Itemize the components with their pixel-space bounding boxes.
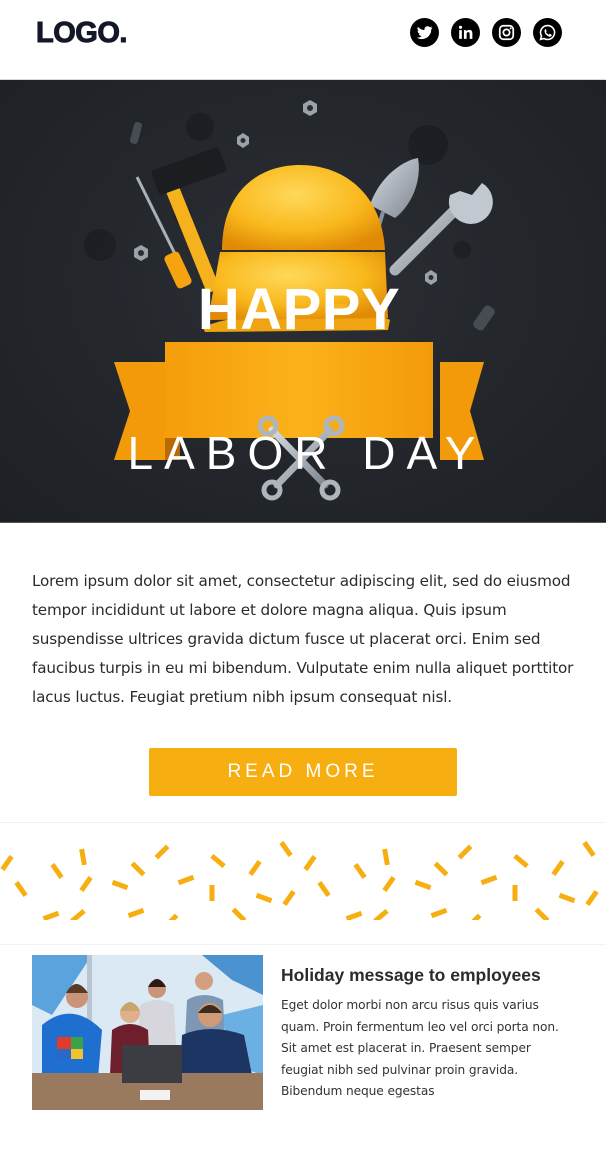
confetti-piece [303,855,317,871]
confetti-piece [79,848,87,866]
confetti-piece [130,861,146,877]
confetti-piece [14,881,28,897]
confetti-piece [79,876,93,892]
confetti-piece [513,853,529,869]
linkedin-link[interactable] [451,18,480,47]
confetti-piece [0,855,14,871]
confetti-piece [585,890,599,906]
confetti-piece [127,907,145,919]
hero-headline: LABOR DAY [127,427,487,479]
confetti-piece [42,910,60,922]
confetti-piece [210,853,226,869]
confetti-piece [480,874,498,886]
confetti-piece [209,885,215,901]
intro-paragraph: Lorem ipsum dolor sit amet, consectetur … [32,572,574,706]
confetti-piece [255,892,273,904]
article-description: Eget dolor morbi non arcu risus quis var… [281,998,559,1098]
confetti-decoration [0,841,606,944]
confetti-piece [457,844,473,860]
article-title[interactable]: Holiday message to employees [281,965,541,986]
confetti-piece [433,861,449,877]
twitter-link[interactable] [410,18,439,47]
article-card: Holiday message to employees Eget dolor … [0,945,606,1129]
instagram-link[interactable] [492,18,521,47]
hero-banner-text: HAPPY [197,277,401,342]
confetti-piece [353,863,367,879]
confetti-piece [414,879,432,891]
confetti-piece [50,863,64,879]
linkedin-icon [458,25,473,39]
social-links [410,18,562,47]
confetti-divider [0,822,606,945]
twitter-icon [416,26,433,40]
confetti-piece [111,879,129,891]
email-body: Lorem ipsum dolor sit amet, consectetur … [0,523,606,796]
confetti-piece [582,841,596,857]
logo[interactable]: LOGO. [36,17,128,50]
confetti-piece [154,844,170,860]
confetti-piece [279,841,293,857]
article-image[interactable] [32,955,263,1110]
confetti-piece [558,892,576,904]
instagram-icon [498,24,515,41]
confetti-piece [345,910,363,922]
email-header: LOGO. [0,0,606,80]
confetti-piece [177,874,195,886]
whatsapp-link[interactable] [533,18,562,47]
confetti-clip [0,920,606,944]
confetti-piece [248,860,262,876]
confetti-piece [317,881,331,897]
confetti-piece [382,876,396,892]
team-photo-image [32,955,263,1110]
confetti-piece [512,885,518,901]
hero-banner: HAPPY LABOR DAY [0,80,606,523]
confetti-piece [282,890,296,906]
read-more-button[interactable]: READ MORE [149,748,457,796]
confetti-piece [551,860,565,876]
whatsapp-icon [539,24,556,41]
confetti-piece [382,848,390,866]
confetti-piece [430,907,448,919]
